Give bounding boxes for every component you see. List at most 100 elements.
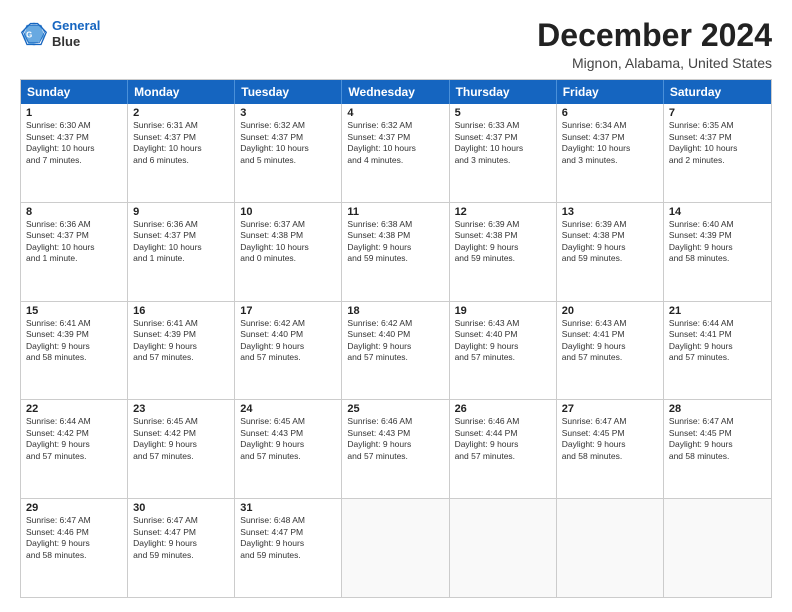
calendar-cell: 24Sunrise: 6:45 AMSunset: 4:43 PMDayligh…: [235, 400, 342, 498]
calendar-cell: 19Sunrise: 6:43 AMSunset: 4:40 PMDayligh…: [450, 302, 557, 400]
cell-details: Sunrise: 6:47 AMSunset: 4:46 PMDaylight:…: [26, 515, 122, 561]
calendar-cell: 21Sunrise: 6:44 AMSunset: 4:41 PMDayligh…: [664, 302, 771, 400]
calendar-cell: 18Sunrise: 6:42 AMSunset: 4:40 PMDayligh…: [342, 302, 449, 400]
calendar-body: 1Sunrise: 6:30 AMSunset: 4:37 PMDaylight…: [21, 104, 771, 597]
calendar-row-2: 8Sunrise: 6:36 AMSunset: 4:37 PMDaylight…: [21, 202, 771, 301]
day-number: 4: [347, 107, 443, 119]
calendar-cell: 27Sunrise: 6:47 AMSunset: 4:45 PMDayligh…: [557, 400, 664, 498]
header-day-thursday: Thursday: [450, 80, 557, 104]
day-number: 27: [562, 403, 658, 415]
calendar-cell: 1Sunrise: 6:30 AMSunset: 4:37 PMDaylight…: [21, 104, 128, 202]
day-number: 21: [669, 305, 766, 317]
cell-details: Sunrise: 6:47 AMSunset: 4:45 PMDaylight:…: [669, 416, 766, 462]
cell-details: Sunrise: 6:46 AMSunset: 4:44 PMDaylight:…: [455, 416, 551, 462]
calendar-cell: 16Sunrise: 6:41 AMSunset: 4:39 PMDayligh…: [128, 302, 235, 400]
calendar-cell: 28Sunrise: 6:47 AMSunset: 4:45 PMDayligh…: [664, 400, 771, 498]
cell-details: Sunrise: 6:47 AMSunset: 4:47 PMDaylight:…: [133, 515, 229, 561]
cell-details: Sunrise: 6:45 AMSunset: 4:42 PMDaylight:…: [133, 416, 229, 462]
header-day-wednesday: Wednesday: [342, 80, 449, 104]
cell-details: Sunrise: 6:32 AMSunset: 4:37 PMDaylight:…: [347, 120, 443, 166]
day-number: 17: [240, 305, 336, 317]
day-number: 23: [133, 403, 229, 415]
cell-details: Sunrise: 6:35 AMSunset: 4:37 PMDaylight:…: [669, 120, 766, 166]
header-day-sunday: Sunday: [21, 80, 128, 104]
cell-details: Sunrise: 6:47 AMSunset: 4:45 PMDaylight:…: [562, 416, 658, 462]
logo-icon: G: [20, 20, 48, 48]
cell-details: Sunrise: 6:31 AMSunset: 4:37 PMDaylight:…: [133, 120, 229, 166]
day-number: 26: [455, 403, 551, 415]
day-number: 13: [562, 206, 658, 218]
calendar-cell: 11Sunrise: 6:38 AMSunset: 4:38 PMDayligh…: [342, 203, 449, 301]
calendar-cell: 25Sunrise: 6:46 AMSunset: 4:43 PMDayligh…: [342, 400, 449, 498]
cell-details: Sunrise: 6:32 AMSunset: 4:37 PMDaylight:…: [240, 120, 336, 166]
main-title: December 2024: [537, 18, 772, 53]
cell-details: Sunrise: 6:44 AMSunset: 4:41 PMDaylight:…: [669, 318, 766, 364]
cell-details: Sunrise: 6:39 AMSunset: 4:38 PMDaylight:…: [455, 219, 551, 265]
day-number: 9: [133, 206, 229, 218]
day-number: 6: [562, 107, 658, 119]
day-number: 12: [455, 206, 551, 218]
cell-details: Sunrise: 6:37 AMSunset: 4:38 PMDaylight:…: [240, 219, 336, 265]
header-day-saturday: Saturday: [664, 80, 771, 104]
calendar-cell: 31Sunrise: 6:48 AMSunset: 4:47 PMDayligh…: [235, 499, 342, 597]
day-number: 7: [669, 107, 766, 119]
cell-details: Sunrise: 6:43 AMSunset: 4:40 PMDaylight:…: [455, 318, 551, 364]
day-number: 15: [26, 305, 122, 317]
day-number: 3: [240, 107, 336, 119]
calendar-cell: 17Sunrise: 6:42 AMSunset: 4:40 PMDayligh…: [235, 302, 342, 400]
day-number: 5: [455, 107, 551, 119]
calendar-cell: 4Sunrise: 6:32 AMSunset: 4:37 PMDaylight…: [342, 104, 449, 202]
day-number: 8: [26, 206, 122, 218]
page: G General Blue December 2024 Mignon, Ala…: [0, 0, 792, 612]
day-number: 11: [347, 206, 443, 218]
header-day-friday: Friday: [557, 80, 664, 104]
cell-details: Sunrise: 6:36 AMSunset: 4:37 PMDaylight:…: [26, 219, 122, 265]
cell-details: Sunrise: 6:30 AMSunset: 4:37 PMDaylight:…: [26, 120, 122, 166]
cell-details: Sunrise: 6:48 AMSunset: 4:47 PMDaylight:…: [240, 515, 336, 561]
calendar-cell: 15Sunrise: 6:41 AMSunset: 4:39 PMDayligh…: [21, 302, 128, 400]
subtitle: Mignon, Alabama, United States: [537, 55, 772, 71]
calendar-cell: 12Sunrise: 6:39 AMSunset: 4:38 PMDayligh…: [450, 203, 557, 301]
day-number: 25: [347, 403, 443, 415]
day-number: 31: [240, 502, 336, 514]
calendar-cell: 2Sunrise: 6:31 AMSunset: 4:37 PMDaylight…: [128, 104, 235, 202]
calendar-cell: 20Sunrise: 6:43 AMSunset: 4:41 PMDayligh…: [557, 302, 664, 400]
day-number: 16: [133, 305, 229, 317]
calendar-cell: [450, 499, 557, 597]
day-number: 18: [347, 305, 443, 317]
cell-details: Sunrise: 6:42 AMSunset: 4:40 PMDaylight:…: [240, 318, 336, 364]
calendar-cell: 14Sunrise: 6:40 AMSunset: 4:39 PMDayligh…: [664, 203, 771, 301]
header: G General Blue December 2024 Mignon, Ala…: [20, 18, 772, 71]
day-number: 30: [133, 502, 229, 514]
calendar: SundayMondayTuesdayWednesdayThursdayFrid…: [20, 79, 772, 598]
cell-details: Sunrise: 6:43 AMSunset: 4:41 PMDaylight:…: [562, 318, 658, 364]
logo: G General Blue: [20, 18, 100, 49]
day-number: 2: [133, 107, 229, 119]
cell-details: Sunrise: 6:34 AMSunset: 4:37 PMDaylight:…: [562, 120, 658, 166]
cell-details: Sunrise: 6:38 AMSunset: 4:38 PMDaylight:…: [347, 219, 443, 265]
cell-details: Sunrise: 6:39 AMSunset: 4:38 PMDaylight:…: [562, 219, 658, 265]
logo-text-general: General: [52, 18, 100, 34]
cell-details: Sunrise: 6:40 AMSunset: 4:39 PMDaylight:…: [669, 219, 766, 265]
day-number: 28: [669, 403, 766, 415]
calendar-cell: 29Sunrise: 6:47 AMSunset: 4:46 PMDayligh…: [21, 499, 128, 597]
cell-details: Sunrise: 6:42 AMSunset: 4:40 PMDaylight:…: [347, 318, 443, 364]
cell-details: Sunrise: 6:44 AMSunset: 4:42 PMDaylight:…: [26, 416, 122, 462]
day-number: 29: [26, 502, 122, 514]
calendar-cell: 10Sunrise: 6:37 AMSunset: 4:38 PMDayligh…: [235, 203, 342, 301]
calendar-cell: 8Sunrise: 6:36 AMSunset: 4:37 PMDaylight…: [21, 203, 128, 301]
calendar-cell: 7Sunrise: 6:35 AMSunset: 4:37 PMDaylight…: [664, 104, 771, 202]
calendar-cell: 22Sunrise: 6:44 AMSunset: 4:42 PMDayligh…: [21, 400, 128, 498]
calendar-cell: [664, 499, 771, 597]
calendar-cell: 3Sunrise: 6:32 AMSunset: 4:37 PMDaylight…: [235, 104, 342, 202]
day-number: 10: [240, 206, 336, 218]
header-day-monday: Monday: [128, 80, 235, 104]
day-number: 22: [26, 403, 122, 415]
cell-details: Sunrise: 6:36 AMSunset: 4:37 PMDaylight:…: [133, 219, 229, 265]
calendar-row-4: 22Sunrise: 6:44 AMSunset: 4:42 PMDayligh…: [21, 399, 771, 498]
cell-details: Sunrise: 6:45 AMSunset: 4:43 PMDaylight:…: [240, 416, 336, 462]
calendar-cell: 26Sunrise: 6:46 AMSunset: 4:44 PMDayligh…: [450, 400, 557, 498]
day-number: 24: [240, 403, 336, 415]
calendar-row-1: 1Sunrise: 6:30 AMSunset: 4:37 PMDaylight…: [21, 104, 771, 202]
calendar-header: SundayMondayTuesdayWednesdayThursdayFrid…: [21, 80, 771, 104]
